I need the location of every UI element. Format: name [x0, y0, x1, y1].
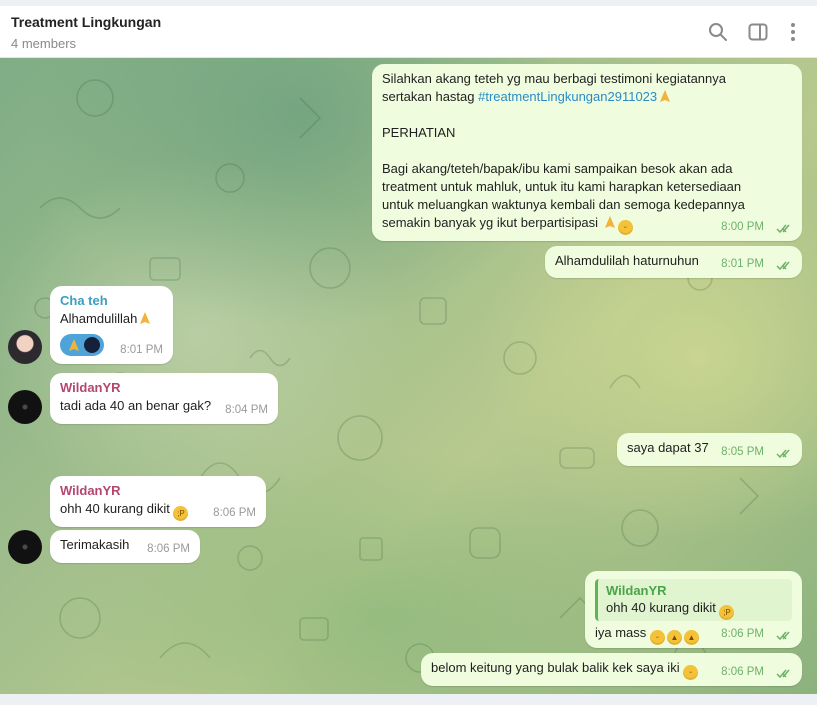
message-text: sertakan hastag: [382, 89, 479, 104]
message-text: ohh 40 kurang dikit: [60, 501, 170, 516]
message-text: iya mass: [595, 625, 647, 640]
message-line: sertakan hastag #treatmentLingkungan2911…: [382, 88, 792, 106]
avatar[interactable]: [8, 390, 42, 424]
praying-hands-emoji-icon: [660, 90, 671, 102]
message-line: untuk meluangkan waktunya kembali dan se…: [382, 197, 745, 212]
message-incoming[interactable]: Terimakasih 8:06 PM: [50, 530, 200, 563]
reply-text: ohh 40 kurang dikit: [606, 600, 716, 615]
message-incoming[interactable]: Cha teh Alhamdulillah 8:01 PM: [50, 286, 173, 364]
chat-area[interactable]: Silahkan akang teteh yg mau berbagi test…: [0, 58, 817, 694]
praying-hands-emoji-icon: [140, 312, 151, 324]
sidebar-toggle-icon[interactable]: [746, 20, 770, 44]
message-outgoing[interactable]: belom keitung yang bulak balik kek saya …: [421, 653, 802, 686]
message-outgoing-announcement[interactable]: Silahkan akang teteh yg mau berbagi test…: [372, 64, 802, 241]
message-time: 8:06 PM: [147, 543, 190, 555]
double-check-icon: [776, 449, 790, 459]
window-bottom-strip: [0, 694, 817, 705]
reply-sender-name: WildanYR: [606, 583, 667, 598]
message-time: 8:00 PM: [721, 221, 764, 233]
sender-name[interactable]: WildanYR: [60, 482, 256, 500]
message-time: 8:05 PM: [721, 446, 764, 458]
wink-tongue-emoji-icon: ;P: [173, 506, 189, 521]
thumbs-up-emoji-icon: ▲: [666, 630, 682, 645]
avatar[interactable]: [8, 330, 42, 364]
smile-emoji-icon: ᵕ: [649, 630, 665, 645]
more-vertical-icon[interactable]: [781, 20, 805, 44]
grin-emoji-icon: ᵕ: [683, 665, 699, 680]
message-incoming[interactable]: WildanYR ohh 40 kurang dikit ;P 8:06 PM: [50, 476, 266, 527]
message-outgoing[interactable]: saya dapat 37 8:05 PM: [617, 433, 802, 466]
praying-hands-emoji-icon: [69, 339, 79, 351]
reactor-avatar: [84, 337, 100, 353]
double-check-icon: [776, 631, 790, 641]
chat-title[interactable]: Treatment Lingkungan: [11, 14, 161, 30]
message-text: Alhamdulillah: [60, 311, 138, 326]
message-outgoing-reply[interactable]: WildanYR ohh 40 kurang dikit ;P iya mass…: [585, 571, 802, 648]
wink-tongue-emoji-icon: ;P: [719, 605, 735, 620]
reaction-badge[interactable]: [60, 334, 104, 356]
message-text: belom keitung yang bulak balik kek saya …: [431, 660, 680, 675]
message-time: 8:01 PM: [721, 258, 764, 270]
praying-hands-emoji-icon: [604, 216, 615, 228]
search-icon[interactable]: [706, 20, 730, 44]
message-line: treatment untuk mahluk, untuk itu kami h…: [382, 179, 742, 194]
message-text: saya dapat 37: [627, 440, 709, 455]
chat-header[interactable]: Treatment Lingkungan 4 members: [0, 6, 817, 58]
message-line: PERHATIAN: [382, 125, 456, 140]
message-outgoing[interactable]: Alhamdulilah haturnuhun 8:01 PM: [545, 246, 802, 278]
message-line: Silahkan akang teteh yg mau berbagi test…: [382, 71, 726, 86]
message-time: 8:06 PM: [721, 666, 764, 678]
sender-name[interactable]: Cha teh: [60, 292, 163, 310]
double-check-icon: [776, 224, 790, 234]
message-time: 8:01 PM: [120, 344, 163, 356]
message-line: Bagi akang/teteh/bapak/ibu kami sampaika…: [382, 161, 733, 176]
message-line: iya mass ᵕ ▲ ▲: [595, 624, 699, 645]
reply-line: ohh 40 kurang dikit ;P: [606, 599, 784, 620]
angel-smile-emoji-icon: ᵕ: [617, 220, 633, 235]
chat-member-count[interactable]: 4 members: [11, 36, 76, 51]
sender-name[interactable]: WildanYR: [60, 379, 268, 397]
message-text: semakin banyak yg ikut berpartisipasi: [382, 215, 599, 230]
hashtag-link[interactable]: #treatmentLingkungan2911023: [478, 89, 657, 104]
message-line: Alhamdulillah: [60, 310, 163, 328]
avatar[interactable]: [8, 530, 42, 564]
message-time: 8:06 PM: [213, 507, 256, 519]
double-check-icon: [776, 669, 790, 679]
thumbs-up-emoji-icon: ▲: [683, 630, 699, 645]
reply-preview[interactable]: WildanYR ohh 40 kurang dikit ;P: [595, 579, 792, 621]
message-incoming[interactable]: WildanYR tadi ada 40 an benar gak? 8:04 …: [50, 373, 278, 424]
message-time: 8:04 PM: [225, 404, 268, 416]
double-check-icon: [776, 261, 790, 271]
message-time: 8:06 PM: [721, 628, 764, 640]
